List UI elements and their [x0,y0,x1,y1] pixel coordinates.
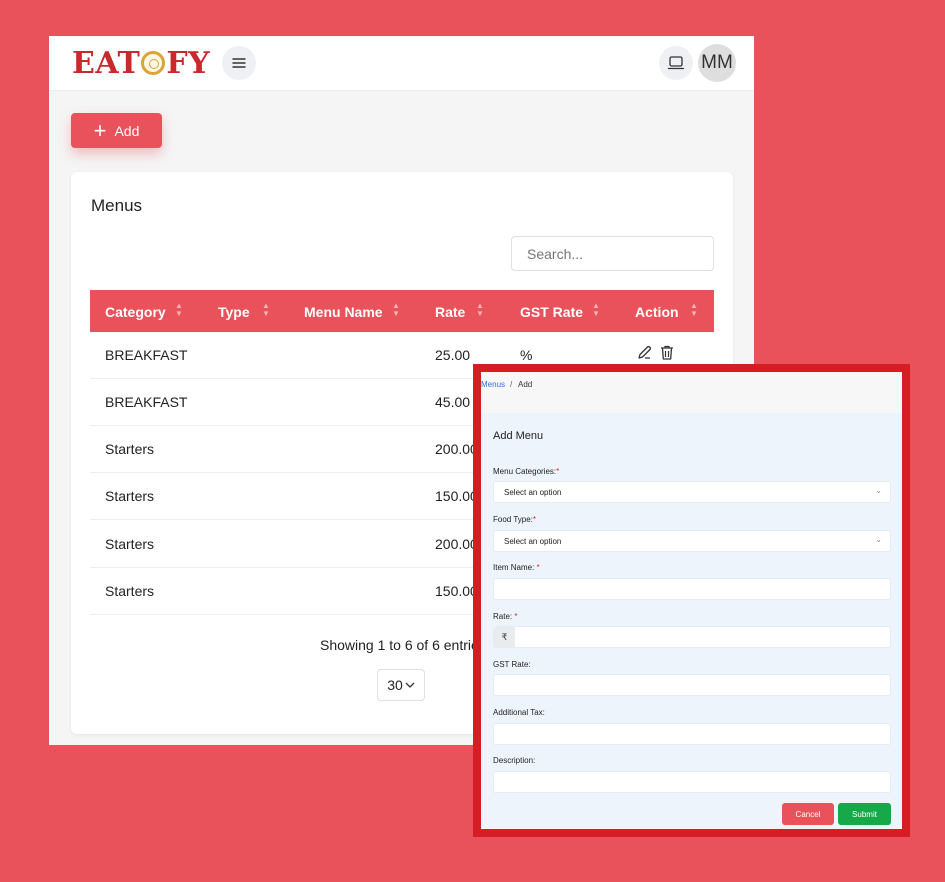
edit-icon[interactable] [636,344,653,361]
cell-category: BREAKFAST [105,347,188,363]
menu-categories-label: Menu Categories:* [493,467,559,476]
food-type-label: Food Type:* [493,515,536,524]
rate-input[interactable]: ₹ [493,626,891,648]
sort-icon[interactable]: ▲ ▼ [392,302,400,318]
additional-tax-label: Additional Tax: [493,708,545,717]
menus-card-title: Menus [91,196,143,215]
column-header-menu-name[interactable]: Menu Name [304,304,383,320]
description-input[interactable] [493,771,891,793]
cell-category: BREAKFAST [105,394,188,410]
breadcrumb: Menus / Add [481,372,902,413]
form-title: Add Menu [493,430,544,442]
required-mark: * [536,563,540,572]
cell-rate: 150.00 [435,488,478,504]
breadcrumb-separator: / [510,380,513,389]
eatofy-logo[interactable]: EAT FY [72,46,210,81]
cell-rate: 25.00 [435,347,471,363]
laptop-icon [667,56,685,70]
cell-rate: 45.00 [435,394,471,410]
sort-icon[interactable]: ▲ ▼ [175,302,183,318]
pos-view-button[interactable] [659,46,693,80]
cell-category: Starters [105,583,155,599]
food-type-select[interactable]: Select an option ⌄ [493,530,891,552]
hamburger-icon [232,58,246,68]
additional-tax-input[interactable] [493,723,891,745]
sidebar-toggle-button[interactable] [222,46,256,80]
chevron-down-icon [405,682,415,688]
rate-label: Rate: * [493,612,517,621]
logo-text-right: FY [166,46,211,81]
entries-info: Showing 1 to 6 of 6 entries [320,637,486,653]
breadcrumb-menus-link[interactable]: Menus [481,380,505,389]
gst-rate-label: GST Rate: [493,660,531,669]
cell-category: Starters [105,441,155,457]
add-menu-overlay: Menus / Add Add Menu Menu Categories:* S… [473,364,910,837]
column-header-gst-rate[interactable]: GST Rate [520,304,583,320]
submit-button[interactable]: Submit [838,803,891,825]
gst-rate-input[interactable] [493,674,891,696]
chevron-down-icon: ⌄ [875,486,882,495]
cell-category: Starters [105,536,155,552]
food-type-value: Select an option [504,537,562,546]
sort-icon[interactable]: ▲ ▼ [476,302,484,318]
column-header-type[interactable]: Type [218,304,250,320]
required-mark: * [514,612,518,621]
plate-logo-icon [141,51,166,75]
page-size-value: 30 [387,677,403,693]
column-header-action: Action [635,304,679,320]
sort-icon[interactable]: ▲ ▼ [262,302,270,318]
cancel-button[interactable]: Cancel [782,803,834,825]
user-avatar[interactable]: MM [698,44,736,82]
row-actions [636,344,675,361]
column-header-rate[interactable]: Rate [435,304,465,320]
rate-label-text: Rate: [493,612,513,621]
food-type-label-text: Food Type: [493,515,533,524]
required-mark: * [556,467,560,476]
page-size-select[interactable]: 30 [377,669,425,701]
item-name-label: Item Name: * [493,563,540,572]
description-label: Description: [493,756,536,765]
sort-icon[interactable]: ▲ ▼ [690,302,698,318]
cell-category: Starters [105,488,155,504]
rupee-icon: ₹ [494,627,515,648]
add-button-label: Add [114,122,140,139]
add-menu-button[interactable]: + Add [71,113,162,148]
search-input[interactable] [511,236,714,271]
item-name-input[interactable] [493,578,891,600]
cell-rate: 200.00 [435,441,478,457]
trash-icon[interactable] [659,344,675,361]
logo-text-left: EAT [72,46,141,81]
chevron-down-icon: ⌄ [875,535,882,544]
sort-icon[interactable]: ▲ ▼ [592,302,600,318]
add-menu-form: Menus / Add Add Menu Menu Categories:* S… [481,372,902,829]
column-header-category[interactable]: Category [105,304,166,320]
cell-rate: 150.00 [435,583,478,599]
breadcrumb-current: Add [518,380,533,389]
table-header: Category ▲ ▼ Type ▲ ▼ Menu Name ▲ ▼ Rate ▲ ▼… [90,290,714,332]
top-navbar: EAT FY MM [49,36,754,91]
menu-categories-value: Select an option [504,488,562,497]
required-mark: * [532,515,537,524]
menu-categories-label-text: Menu Categories: [493,467,557,476]
item-name-label-text: Item Name: [493,563,535,572]
menu-categories-select[interactable]: Select an option ⌄ [493,481,891,503]
plus-icon: + [93,117,107,143]
cell-gst-rate: % [520,347,533,363]
cell-rate: 200.00 [435,536,478,552]
